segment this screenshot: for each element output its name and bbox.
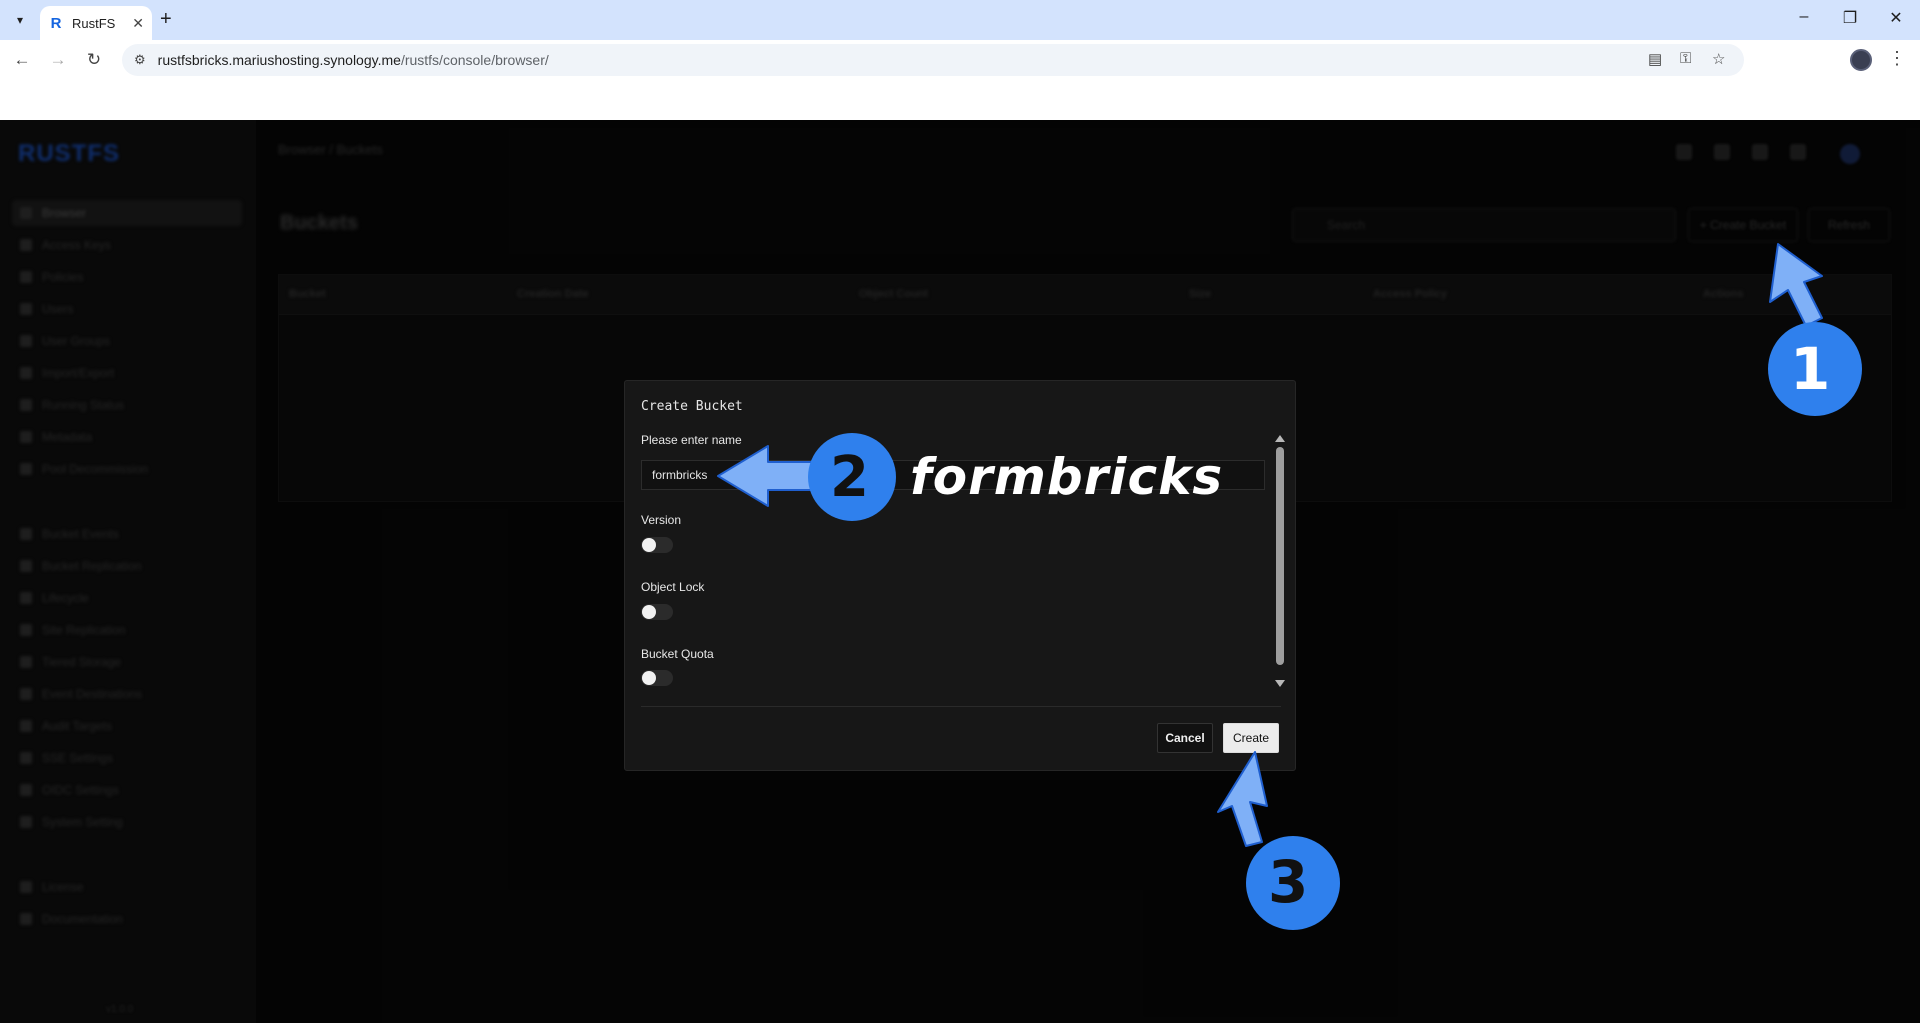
minimize-icon[interactable]: – [1784,8,1824,26]
back-icon[interactable]: ← [10,50,34,70]
step-3-number: 3 [1268,848,1309,916]
cancel-button[interactable]: Cancel [1157,723,1213,753]
scroll-thumb[interactable] [1276,447,1284,665]
bucket-quota-toggle[interactable] [641,670,673,686]
url-host: rustfsbricks.mariushosting.synology.me [157,52,401,68]
tab-close-icon[interactable]: ✕ [132,15,144,32]
browser-tab-strip: ▾ R RustFS ✕ + – ❐ ✕ [0,0,1920,40]
page-top-bar [0,80,1920,120]
object-lock-toggle[interactable] [641,604,673,620]
toggle-knob [642,671,656,685]
name-label: Please enter name [641,433,742,447]
browser-toolbar: ← → ↻ ⚙ rustfsbricks.mariushosting.synol… [0,40,1920,80]
version-label: Version [641,513,682,527]
dialog-scrollbar[interactable] [1274,433,1286,689]
scroll-down-icon[interactable] [1275,680,1285,687]
dialog-title: Create Bucket [641,399,743,414]
step-2-number: 2 [830,445,869,510]
new-tab-icon[interactable]: + [160,8,172,31]
version-toggle[interactable] [641,537,673,553]
bucket-quota-label: Bucket Quota [641,647,714,661]
formbricks-overlay-text: formbricks [910,448,1224,506]
create-bucket-dialog: Create Bucket Please enter name Version … [624,380,1296,771]
install-app-icon[interactable]: ▤ [1648,50,1662,68]
browser-tab[interactable]: R RustFS ✕ [40,6,152,40]
object-lock-label: Object Lock [641,580,705,594]
profile-avatar[interactable] [1850,49,1872,71]
dialog-divider [641,706,1281,707]
forward-icon[interactable]: → [46,50,70,70]
password-key-icon[interactable]: ⚿ [1680,50,1691,67]
url-path: /rustfs/console/browser/ [400,52,549,68]
browser-menu-icon[interactable]: ⋮ [1888,48,1906,69]
step-1-number: 1 [1790,335,1831,403]
scroll-up-icon[interactable] [1275,435,1285,442]
create-button[interactable]: Create [1223,723,1279,753]
restore-icon[interactable]: ❐ [1830,8,1870,28]
rustfs-favicon-icon: R [50,14,62,32]
site-info-icon[interactable]: ⚙ [134,52,146,68]
tab-title: RustFS [72,15,116,31]
tab-search-icon[interactable]: ▾ [8,8,32,32]
reload-icon[interactable]: ↻ [82,50,106,70]
window-close-icon[interactable]: ✕ [1876,8,1916,28]
bookmark-star-icon[interactable]: ☆ [1712,50,1725,68]
toggle-knob [642,538,656,552]
toggle-knob [642,605,656,619]
address-bar[interactable]: ⚙ rustfsbricks.mariushosting.synology.me… [122,44,1744,76]
